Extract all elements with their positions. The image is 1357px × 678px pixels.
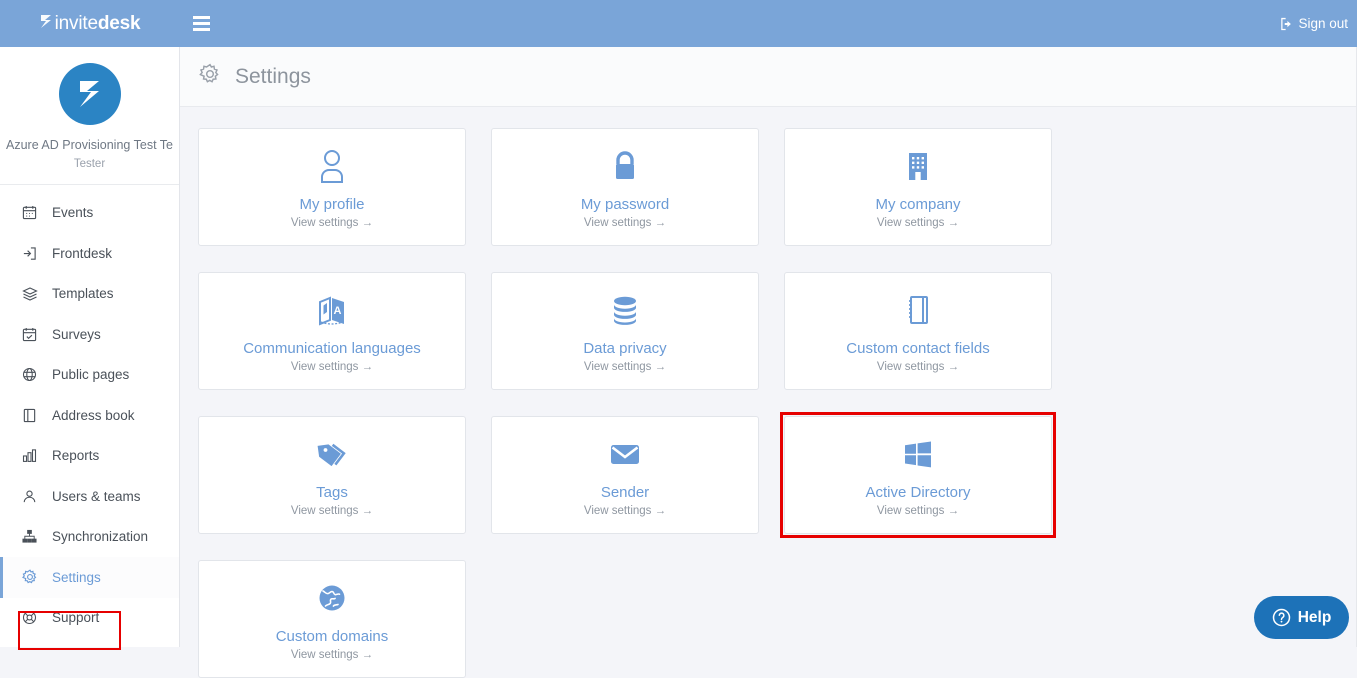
settings-card-data-privacy[interactable]: Data privacy View settings → [491, 272, 759, 390]
card-subtitle: View settings → [584, 506, 666, 518]
svg-text:A: A [334, 305, 342, 317]
card-title: My profile [299, 197, 364, 212]
sidebar-item-events[interactable]: Events [0, 193, 179, 234]
sidebar: Azure AD Provisioning Test Team Tester E… [0, 47, 180, 647]
building-icon [898, 144, 938, 186]
settings-card-custom-domains[interactable]: Custom domains View settings → [198, 560, 466, 678]
app-logo[interactable]: invitedesk [0, 0, 180, 47]
envelope-icon [605, 432, 645, 474]
settings-card-tags[interactable]: Tags View settings → [198, 416, 466, 534]
globe-solid-icon [312, 576, 352, 618]
avatar [59, 63, 121, 125]
sidebar-item-label: Support [52, 610, 99, 625]
settings-card-my-company[interactable]: My company View settings → [784, 128, 1052, 246]
lifebuoy-icon [21, 609, 38, 626]
card-title: Sender [601, 485, 649, 500]
windows-icon [898, 432, 938, 474]
login-arrow-icon [21, 245, 38, 262]
sidebar-item-synchronization[interactable]: Synchronization [0, 517, 179, 558]
card-title: Custom domains [276, 629, 389, 644]
card-title: Communication languages [243, 341, 421, 356]
layers-icon [21, 285, 38, 302]
card-title: Data privacy [583, 341, 666, 356]
card-subtitle: View settings → [291, 650, 373, 662]
database-icon [605, 288, 645, 330]
card-subtitle: View settings → [291, 218, 373, 230]
sidebar-item-label: Events [52, 205, 93, 220]
sidebar-item-label: Surveys [52, 327, 101, 342]
sidebar-item-label: Templates [52, 286, 114, 301]
page-title: Settings [235, 65, 311, 89]
sidebar-item-templates[interactable]: Templates [0, 274, 179, 315]
gear-icon [199, 63, 221, 90]
invitedesk-logo-mark [40, 14, 54, 34]
page-header: Settings [180, 47, 1357, 107]
invitedesk-logo-mark [72, 76, 108, 112]
main-content: Settings My profile View settings → My p… [180, 47, 1357, 647]
help-button[interactable]: Help [1254, 596, 1349, 639]
sidebar-item-label: Frontdesk [52, 246, 112, 261]
user-icon [312, 144, 352, 186]
settings-card-custom-contact-fields[interactable]: Custom contact fields View settings → [784, 272, 1052, 390]
calendar-check-icon [21, 326, 38, 343]
settings-card-sender[interactable]: Sender View settings → [491, 416, 759, 534]
card-title: My password [581, 197, 669, 212]
settings-card-grid: My profile View settings → My password V… [180, 107, 1357, 678]
question-circle-icon [1272, 608, 1291, 627]
lock-icon [605, 144, 645, 186]
top-bar: invitedesk Sign out [0, 0, 1357, 47]
sign-out-label: Sign out [1298, 16, 1348, 31]
card-subtitle: View settings → [584, 362, 666, 374]
card-title: Custom contact fields [846, 341, 989, 356]
sign-out-button[interactable]: Sign out [1279, 16, 1348, 31]
hamburger-icon[interactable] [193, 12, 217, 36]
organization-block: Azure AD Provisioning Test Team Tester [0, 47, 179, 185]
sidebar-item-reports[interactable]: Reports [0, 436, 179, 477]
organization-role: Tester [6, 158, 173, 170]
settings-card-communication-languages[interactable]: A Communication languages View settings … [198, 272, 466, 390]
sign-out-icon [1279, 17, 1294, 31]
users-icon [21, 488, 38, 505]
card-subtitle: View settings → [584, 218, 666, 230]
sidebar-item-public-pages[interactable]: Public pages [0, 355, 179, 396]
card-subtitle: View settings → [877, 362, 959, 374]
sidebar-item-label: Settings [52, 570, 101, 585]
card-subtitle: View settings → [877, 218, 959, 230]
card-title: Tags [316, 485, 348, 500]
sidebar-item-surveys[interactable]: Surveys [0, 314, 179, 355]
settings-card-my-profile[interactable]: My profile View settings → [198, 128, 466, 246]
sidebar-item-label: Reports [52, 448, 99, 463]
help-button-label: Help [1298, 609, 1332, 627]
tags-icon [312, 432, 352, 474]
card-title: My company [875, 197, 960, 212]
app-logo-text: invitedesk [55, 14, 141, 33]
sidebar-item-users-teams[interactable]: Users & teams [0, 476, 179, 517]
gear-icon [21, 569, 38, 586]
sidebar-item-label: Address book [52, 408, 135, 423]
book-icon [21, 407, 38, 424]
card-subtitle: View settings → [291, 362, 373, 374]
sidebar-item-label: Public pages [52, 367, 129, 382]
organization-name: Azure AD Provisioning Test Team [6, 138, 173, 154]
translate-icon: A [312, 288, 352, 330]
settings-card-active-directory[interactable]: Active Directory View settings → [784, 416, 1052, 534]
globe-icon [21, 366, 38, 383]
sitemap-icon [21, 528, 38, 545]
sidebar-nav: Events Frontdesk Templates [0, 185, 179, 639]
notebook-icon [898, 288, 938, 330]
calendar-icon [21, 204, 38, 221]
card-subtitle: View settings → [877, 506, 959, 518]
sidebar-item-address-book[interactable]: Address book [0, 395, 179, 436]
settings-card-my-password[interactable]: My password View settings → [491, 128, 759, 246]
sidebar-item-frontdesk[interactable]: Frontdesk [0, 233, 179, 274]
sidebar-item-settings[interactable]: Settings [0, 557, 179, 598]
sidebar-item-support[interactable]: Support [0, 598, 179, 639]
sidebar-item-label: Synchronization [52, 529, 148, 544]
bar-chart-icon [21, 447, 38, 464]
sidebar-item-label: Users & teams [52, 489, 141, 504]
card-subtitle: View settings → [291, 506, 373, 518]
card-title: Active Directory [865, 485, 970, 500]
